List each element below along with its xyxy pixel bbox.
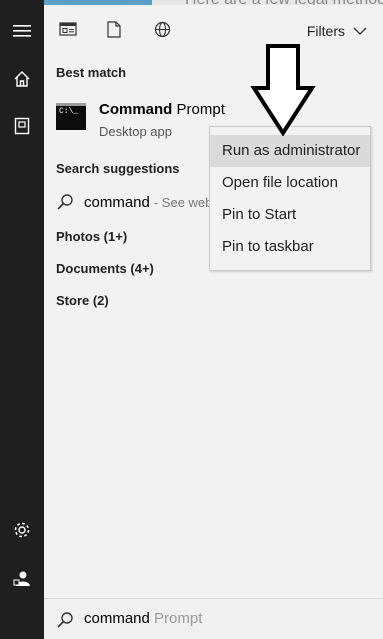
menu-item-pin-to-taskbar[interactable]: Pin to taskbar [210,231,370,263]
search-suggestions-header: Search suggestions [56,161,180,176]
menu-item-pin-to-start[interactable]: Pin to Start [210,199,370,231]
filters-label: Filters [306,23,345,39]
category-store[interactable]: Store (2) [56,293,109,308]
user-icon[interactable] [0,558,44,598]
document-icon[interactable] [103,18,125,40]
taskbar-search-box[interactable]: command Prompt [44,598,383,639]
settings-icon[interactable] [0,510,44,550]
down-arrow-annotation-icon [250,44,316,136]
home-icon[interactable] [0,59,44,99]
search-results-panel: Filters Best match C:\_ Command Prompt D… [44,5,383,598]
results-toolbar: Filters [44,5,383,55]
filters-dropdown[interactable]: Filters [307,23,367,39]
category-photos[interactable]: Photos (1+) [56,229,127,244]
best-match-header: Best match [56,65,127,80]
hamburger-menu-icon[interactable] [0,11,44,51]
command-prompt-icon: C:\_ [56,103,86,130]
menu-item-run-as-administrator[interactable]: Run as administrator [210,135,370,167]
search-autocomplete: Prompt [149,610,203,627]
context-menu: Run as administrator Open file location … [209,126,371,271]
suggestion-query: command [84,193,150,211]
search-icon [57,612,73,628]
category-documents[interactable]: Documents (4+) [56,261,154,276]
menu-item-open-file-location[interactable]: Open file location [210,167,370,199]
chevron-down-icon [353,27,367,35]
start-sidebar [0,0,44,639]
documents-icon[interactable] [0,106,44,146]
web-icon[interactable] [151,18,173,40]
app-subtitle: Desktop app [99,124,172,139]
app-name: Command Prompt [99,101,225,118]
search-icon [57,194,73,210]
apps-icon[interactable] [57,18,79,40]
search-input[interactable]: command Prompt [84,610,202,627]
